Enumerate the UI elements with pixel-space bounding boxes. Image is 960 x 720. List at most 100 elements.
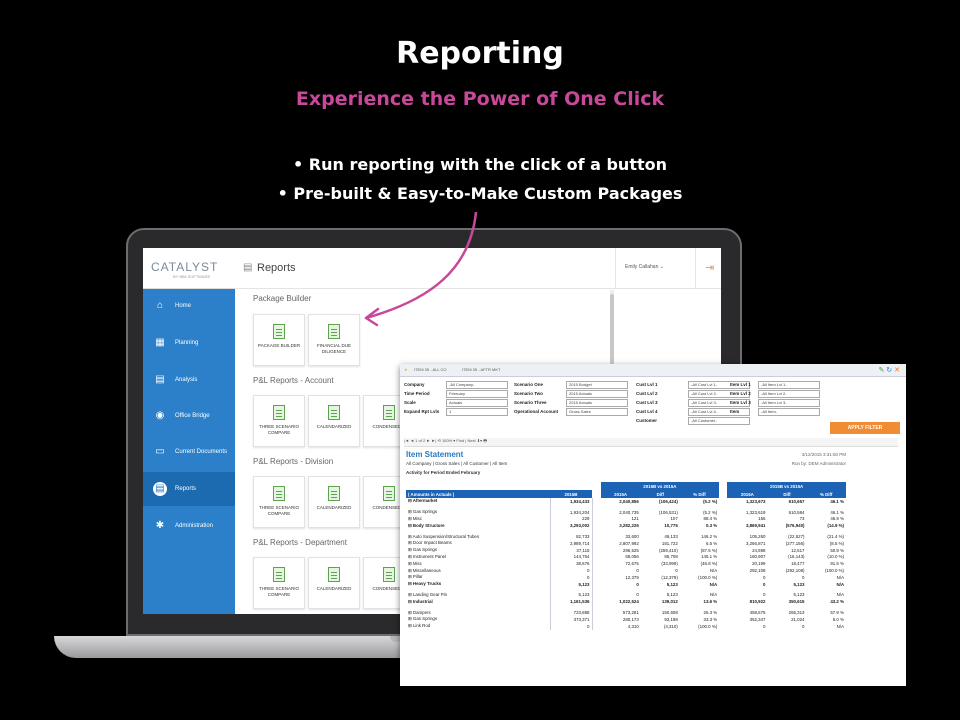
table-cell: (12,379) (661, 574, 678, 580)
filter-select[interactable]: -All Cust Lvl 4- (688, 408, 750, 416)
section-title: P&L Reports - Division (253, 457, 334, 466)
window-controls: ✎ ↻ ✕ (878, 366, 900, 374)
sidebar-item-label: Office Bridge (175, 413, 210, 419)
filter-label: Company (404, 382, 425, 387)
report-card[interactable]: THREE SCENARIO COMPARE (253, 395, 305, 447)
table-cell: 0 (549, 622, 593, 630)
spreadsheet-icon (383, 486, 395, 501)
filter-select[interactable]: Gross Sales (566, 408, 628, 416)
table-row: ⊞ Instrument Panel 144,764 59,056 85,708 145… (406, 553, 846, 561)
table-cell: 280,173 (622, 616, 639, 622)
report-card[interactable]: THREE SCENARIO COMPARE (253, 557, 305, 609)
user-menu[interactable]: Emily Callahan ⌄ (625, 264, 664, 270)
table-cell: 107 (670, 516, 678, 522)
table-cell: 2,807,992 (619, 540, 639, 546)
table-cell: 12,379 (625, 574, 639, 580)
divider (615, 248, 616, 288)
table-cell: N/A (709, 581, 718, 587)
filter-select[interactable]: -All Company- (446, 381, 508, 389)
sidebar-item-reports[interactable]: ▤ Reports (143, 472, 235, 506)
report-card[interactable]: THREE SCENARIO COMPARE (253, 476, 305, 528)
table-cell: 37,115 (549, 546, 593, 554)
filter-select[interactable]: -All Item Lvl 1- (758, 381, 820, 389)
documents-icon: ▭ (155, 446, 165, 457)
table-spacer (592, 508, 601, 516)
table-spacer (719, 553, 728, 561)
logout-icon[interactable]: ⇥ (705, 261, 714, 274)
table-cell: 24,598 (752, 547, 766, 553)
table-cell: N/A (709, 592, 718, 598)
table-cell: 12,517 (791, 547, 805, 553)
apply-filter-button[interactable]: APPLY FILTER (830, 422, 900, 434)
row-label: ⊞ Miscellaneous (408, 567, 441, 573)
filter-select[interactable]: -All Item Lvl 3- (758, 399, 820, 407)
headline: Reporting (396, 36, 564, 71)
table-cell: 105,260 (749, 534, 766, 540)
sidebar-item-current-documents[interactable]: ▭ Current Documents (143, 435, 235, 469)
report-card[interactable]: CALENDARIZED (308, 395, 360, 447)
row-label: ⊞ Link Rod (408, 623, 431, 629)
filter-label: Item Lvl 2 (730, 391, 751, 396)
table-spacer (592, 515, 601, 523)
table-cell: 350,615 (788, 599, 805, 605)
pin-icon[interactable]: ✕ (894, 367, 900, 374)
filter-select[interactable]: -All Item Lvl 2- (758, 390, 820, 398)
filter-select[interactable]: 2015 Budget (566, 381, 628, 389)
edit-icon[interactable]: ✎ (878, 367, 884, 374)
table-cell: 292,108 (749, 568, 766, 574)
table-cell: 72,675 (625, 561, 639, 567)
table-cell: N/A (836, 574, 844, 580)
star-icon[interactable]: ★ (404, 367, 408, 372)
analysis-icon: ▤ (155, 374, 165, 385)
table-spacer (592, 553, 601, 561)
filter-select[interactable]: February (446, 390, 508, 398)
sidebar-item-office-bridge[interactable]: ◉ Office Bridge (143, 399, 235, 433)
scrollbar-thumb[interactable] (610, 294, 614, 364)
report-toolbar[interactable]: |◄ ◄ 1 of 2 ► ►| ⟲ 100% ▾ Find | Next ⬇▾… (404, 438, 898, 447)
table-row: ⊞ Door Impact Beams 2,989,714 2,807,992 181… (406, 539, 846, 547)
app-logo-sub: BY IBM SOFTWARE (173, 274, 211, 279)
filter-label: Cust Lvl 3 (636, 400, 658, 405)
reports-page-icon: ▤ (243, 262, 253, 273)
table-cell: 0 (802, 623, 805, 629)
refresh-icon[interactable]: ↻ (886, 367, 892, 374)
table-cell: (8.5 %) (829, 540, 844, 546)
sidebar-item-label: Reports (175, 486, 197, 492)
report-date: 3/12/2015 3:31:50 PM (801, 452, 846, 457)
table-cell: (22,527) (788, 534, 805, 540)
logo-box[interactable]: CATALYST BY IBM SOFTWARE (143, 248, 235, 289)
table-row: ⊞ Pillar 0 12,379 (12,379) (100.0 %) 0 0 N/A (406, 573, 846, 581)
table-row: ⊞ Miscellaneous 0 0 0 N/A 292,108 (292,108) (10… (406, 567, 846, 574)
table-cell: (106,531) (658, 509, 678, 515)
sidebar-item-home[interactable]: ⌂ Home (143, 289, 235, 323)
column-header: 2015A (600, 490, 641, 498)
table-row: ⊞ Auto Suspension/Structural Tubes 82,733… (406, 533, 846, 540)
table-cell: 145.1 % (701, 554, 718, 560)
table-group-header: 2015B vs 2015A 2015B vs 2015A (406, 482, 846, 490)
report-tab[interactable]: ITEM 35 - ALL CO (414, 367, 447, 372)
table-cell: 0 (675, 568, 678, 574)
sidebar-item-planning[interactable]: ▦ Planning (143, 326, 235, 360)
report-tab[interactable]: ITEM 35 - AFTR MKT (462, 367, 500, 372)
table-cell: 610,584 (788, 509, 805, 515)
table-cell: 139,012 (661, 599, 678, 605)
sidebar-item-administration[interactable]: ✱ Administration (143, 509, 235, 543)
filter-select[interactable]: 1 (446, 408, 508, 416)
filter-select[interactable]: -All Item- (758, 408, 820, 416)
sidebar-item-analysis[interactable]: ▤ Analysis (143, 363, 235, 397)
table-row: ⊞ Gas Springs 1,934,204 2,040,735 (106,531)… (406, 508, 846, 516)
filter-select[interactable]: Actuals (446, 399, 508, 407)
filter-select[interactable]: 2015 Actuals (566, 390, 628, 398)
filter-select[interactable]: 2015 Actuals (566, 399, 628, 407)
table-cell: (21.4 %) (827, 534, 844, 540)
home-icon: ⌂ (156, 300, 164, 311)
table-cell: 21,024 (791, 616, 805, 622)
report-card[interactable]: CALENDARIZED (308, 557, 360, 609)
filter-select[interactable]: -All Customer- (688, 417, 750, 425)
table-spacer (719, 533, 728, 540)
filter-label: Operational Account (514, 409, 559, 414)
report-card[interactable]: PACKAGE BUILDER (253, 314, 305, 366)
report-card[interactable]: FINANCIAL DUE DILIGENCE (308, 314, 360, 366)
table-row: ⊞ Gas Springs 373,371 280,173 93,198 33.3 % 3… (406, 615, 846, 623)
report-card[interactable]: CALENDARIZED (308, 476, 360, 528)
